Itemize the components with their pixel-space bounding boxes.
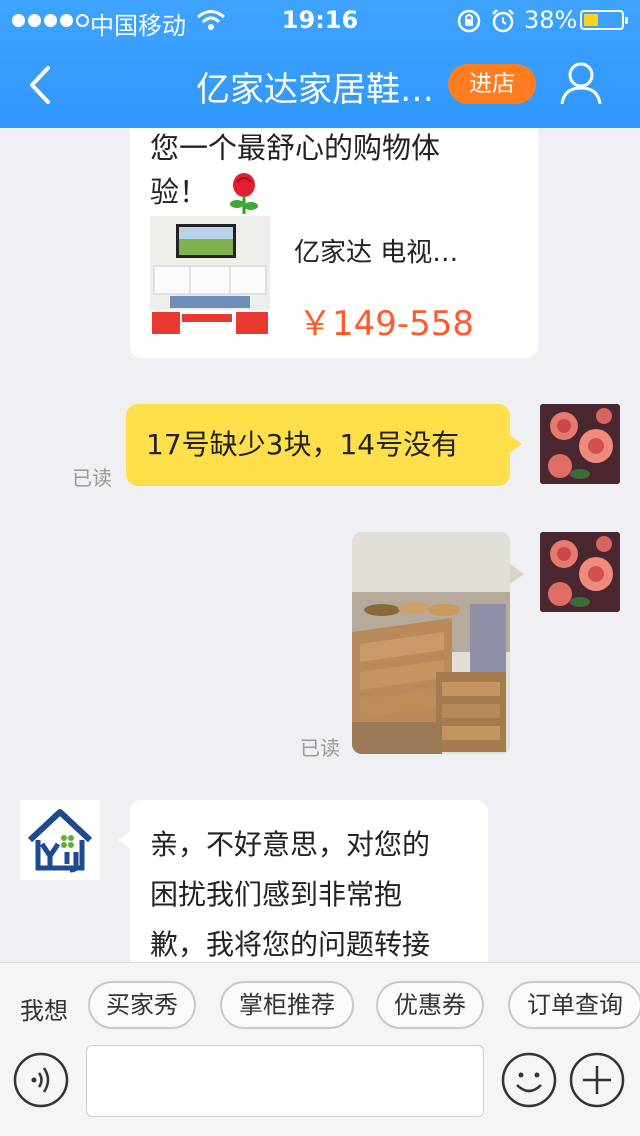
incoming-message-bubble[interactable]: 亲，不好意思，对您的 困扰我们感到非常抱 歉，我将您的问题转接 (118, 800, 488, 962)
quick-reply-recommend[interactable]: 掌柜推荐 (220, 981, 354, 1029)
enter-store-button[interactable]: 进店 (448, 64, 536, 104)
quick-reply-buyer-show[interactable]: 买家秀 (88, 981, 196, 1029)
product-card-message[interactable]: 您一个最舒心的购物体 验！ 亿家达 电视… ￥149-558 (130, 128, 538, 358)
battery-fill (584, 14, 598, 26)
back-button[interactable] (22, 60, 62, 110)
product-thumbnail[interactable] (150, 216, 270, 336)
top-bar: 中国移动 19:16 38% 亿家达家居鞋… 进店 (0, 0, 640, 128)
read-status: 已读 (72, 466, 112, 490)
product-price: ￥149-558 (298, 304, 475, 344)
rose-emoji-icon (230, 173, 259, 214)
message-line: 歉，我将您的问题转接 (150, 928, 431, 961)
quick-reply-label: 我想 (20, 997, 68, 1025)
outgoing-message-bubble[interactable]: 17号缺少3块，14号没有 (126, 404, 522, 486)
quick-reply-coupon[interactable]: 优惠券 (376, 981, 484, 1029)
card-text-line: 验！ (150, 175, 209, 209)
store-avatar[interactable] (20, 800, 100, 880)
battery-percent: 38% (524, 6, 578, 34)
message-line: 亲，不好意思，对您的 (150, 828, 431, 861)
quick-reply-order-query[interactable]: 订单查询 (508, 981, 640, 1029)
plus-icon[interactable] (568, 1051, 626, 1109)
alarm-icon (492, 9, 514, 33)
input-panel: 我想 买家秀 掌柜推荐 优惠券 订单查询 (0, 962, 640, 1136)
rotation-lock-icon (457, 9, 481, 33)
chat-area[interactable]: 您一个最舒心的购物体 验！ 亿家达 电视… ￥149-558 17号缺少3块，1… (0, 128, 640, 962)
photo-bubble-tail (510, 564, 524, 584)
user-avatar[interactable] (540, 404, 620, 484)
person-icon[interactable] (556, 58, 606, 108)
page-title: 亿家达家居鞋… (196, 70, 434, 110)
message-input[interactable] (86, 1045, 484, 1117)
voice-icon[interactable] (12, 1051, 70, 1109)
card-text-line: 您一个最舒心的购物体 (150, 131, 441, 165)
status-bar: 中国移动 19:16 38% (0, 0, 640, 40)
outgoing-photo-message[interactable] (352, 532, 510, 754)
emoji-icon[interactable] (500, 1051, 558, 1109)
product-title[interactable]: 亿家达 电视… (294, 232, 458, 269)
user-avatar[interactable] (540, 532, 620, 612)
card-text: 您一个最舒心的购物体 验！ (150, 128, 530, 216)
message-line: 困扰我们感到非常抱 (150, 878, 403, 911)
read-status: 已读 (300, 736, 340, 760)
battery-icon (580, 10, 628, 30)
